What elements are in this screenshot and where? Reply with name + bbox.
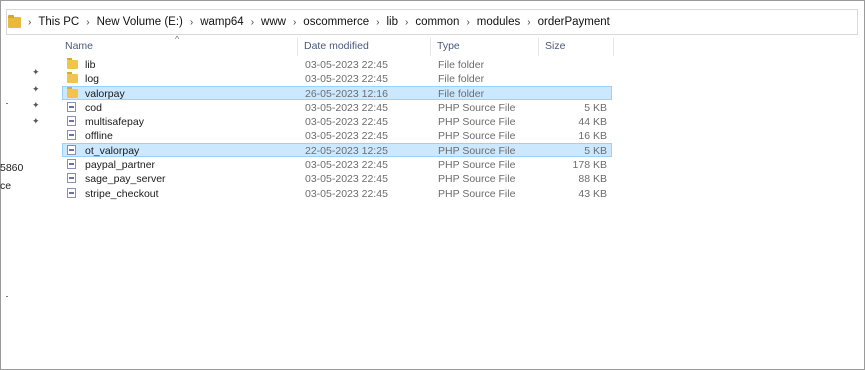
column-divider[interactable] — [613, 38, 614, 56]
file-date: 26-05-2023 12:16 — [305, 87, 388, 100]
file-name: sage_pay_server — [85, 173, 166, 186]
file-type: PHP Source File — [438, 159, 516, 172]
file-name: lib — [85, 59, 96, 71]
nav-item-text[interactable]: ce — [0, 180, 11, 192]
file-type: PHP Source File — [438, 130, 516, 143]
file-date: 03-05-2023 22:45 — [305, 101, 388, 114]
column-header-size[interactable]: Size — [545, 40, 565, 52]
chevron-right-icon[interactable]: › — [376, 17, 379, 28]
file-name: log — [85, 73, 100, 86]
file-name: cod — [85, 101, 102, 114]
column-divider[interactable] — [297, 38, 298, 56]
chevron-right-icon[interactable]: › — [190, 17, 193, 28]
file-name: stripe_checkout — [85, 187, 159, 200]
file-type: PHP Source File — [438, 173, 516, 186]
file-list: lib 03-05-2023 22:45 File folder log 03-… — [62, 57, 612, 200]
chevron-right-icon[interactable]: › — [28, 17, 31, 28]
file-size: 5 KB — [584, 144, 607, 157]
php-file-icon — [67, 159, 76, 170]
file-type: PHP Source File — [438, 187, 516, 200]
folder-icon — [67, 58, 78, 69]
file-date: 03-05-2023 22:45 — [305, 116, 388, 129]
list-item[interactable]: lib 03-05-2023 22:45 File folder — [62, 57, 612, 71]
chevron-right-icon[interactable]: › — [86, 17, 89, 28]
column-header-name[interactable]: Name — [65, 40, 93, 52]
php-file-icon — [67, 173, 76, 184]
chevron-right-icon[interactable]: › — [293, 17, 296, 28]
file-date: 03-05-2023 22:45 — [305, 59, 388, 71]
file-name: ot_valorpay — [85, 144, 140, 157]
list-item[interactable]: multisafepay 03-05-2023 22:45 PHP Source… — [62, 114, 612, 128]
pin-icon[interactable]: ✦ — [32, 100, 42, 110]
breadcrumb-item-common[interactable]: common — [415, 16, 459, 28]
file-name: multisafepay — [85, 116, 144, 129]
folder-icon — [8, 14, 21, 28]
file-type: PHP Source File — [438, 144, 516, 157]
php-file-icon — [67, 101, 76, 112]
php-file-icon — [67, 144, 76, 155]
column-divider[interactable] — [538, 38, 539, 56]
breadcrumb-item-new-volume[interactable]: New Volume (E:) — [97, 16, 183, 28]
php-file-icon — [67, 116, 76, 127]
address-bar[interactable]: › This PC › New Volume (E:) › wamp64 › w… — [6, 9, 858, 35]
nav-divider — [6, 296, 8, 297]
file-date: 03-05-2023 22:45 — [305, 173, 388, 186]
list-item[interactable]: paypal_partner 03-05-2023 22:45 PHP Sour… — [62, 157, 612, 171]
list-item[interactable]: ot_valorpay 22-05-2023 12:25 PHP Source … — [62, 142, 612, 158]
file-size: 5 KB — [584, 101, 607, 114]
file-size: 178 KB — [572, 159, 607, 172]
chevron-right-icon[interactable]: › — [466, 17, 469, 28]
file-name: paypal_partner — [85, 159, 156, 172]
file-size: 88 KB — [578, 173, 607, 186]
pin-icon[interactable]: ✦ — [32, 67, 42, 77]
column-divider[interactable] — [430, 38, 431, 56]
breadcrumb-item-orderpayment[interactable]: orderPayment — [538, 16, 610, 28]
breadcrumb-item-oscommerce[interactable]: oscommerce — [303, 16, 369, 28]
file-type: File folder — [438, 59, 485, 71]
list-item[interactable]: cod 03-05-2023 22:45 PHP Source File 5 K… — [62, 100, 612, 114]
nav-divider — [6, 103, 8, 104]
list-item[interactable]: sage_pay_server 03-05-2023 22:45 PHP Sou… — [62, 171, 612, 185]
breadcrumb-item-lib[interactable]: lib — [386, 16, 398, 28]
file-type: PHP Source File — [438, 101, 516, 114]
file-name: offline — [85, 130, 113, 143]
chevron-right-icon[interactable]: › — [405, 17, 408, 28]
list-item[interactable]: valorpay 26-05-2023 12:16 File folder — [62, 85, 612, 100]
file-date: 22-05-2023 12:25 — [305, 144, 388, 157]
chevron-right-icon[interactable]: › — [251, 17, 254, 28]
file-size: 43 KB — [578, 187, 607, 200]
file-type: PHP Source File — [438, 116, 516, 129]
file-size: 16 KB — [578, 130, 607, 143]
column-header-row: ^ Name Date modified Type Size — [60, 34, 620, 56]
pin-icon[interactable]: ✦ — [32, 84, 42, 94]
list-item[interactable]: offline 03-05-2023 22:45 PHP Source File… — [62, 128, 612, 142]
pin-icon[interactable]: ✦ — [32, 116, 42, 126]
php-file-icon — [67, 187, 76, 198]
file-type: File folder — [438, 73, 485, 86]
breadcrumb-item-wamp64[interactable]: wamp64 — [200, 16, 243, 28]
column-header-type[interactable]: Type — [437, 40, 460, 52]
breadcrumb-item-modules[interactable]: modules — [477, 16, 520, 28]
list-item[interactable]: log 03-05-2023 22:45 File folder — [62, 71, 612, 85]
list-item[interactable]: stripe_checkout 03-05-2023 22:45 PHP Sou… — [62, 186, 612, 200]
file-date: 03-05-2023 22:45 — [305, 73, 388, 86]
sort-ascending-icon: ^ — [175, 34, 180, 44]
folder-icon — [67, 72, 78, 84]
file-size: 44 KB — [578, 116, 607, 129]
file-type: File folder — [438, 87, 485, 100]
file-name: valorpay — [85, 87, 125, 100]
file-date: 03-05-2023 22:45 — [305, 187, 388, 200]
nav-item-text[interactable]: 5860 — [0, 162, 23, 174]
file-date: 03-05-2023 22:45 — [305, 130, 388, 143]
folder-icon — [67, 86, 78, 98]
file-date: 03-05-2023 22:45 — [305, 159, 388, 172]
php-file-icon — [67, 130, 76, 141]
breadcrumb-item-this-pc[interactable]: This PC — [38, 16, 79, 28]
navigation-pane: ✦ ✦ ✦ ✦ 5860 ce — [0, 36, 55, 366]
column-header-date[interactable]: Date modified — [304, 40, 369, 52]
breadcrumb-item-www[interactable]: www — [261, 16, 286, 28]
chevron-right-icon[interactable]: › — [527, 17, 530, 28]
